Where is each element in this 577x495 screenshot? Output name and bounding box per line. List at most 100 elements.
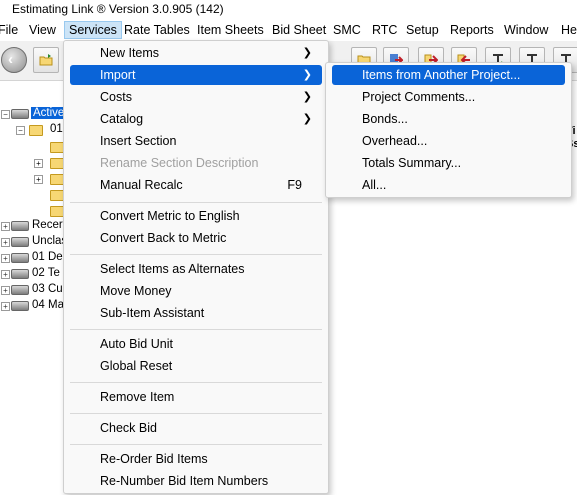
folder-icon xyxy=(50,174,64,185)
tree-row[interactable]: + Recer xyxy=(0,218,70,234)
menu-item-label: Overhead... xyxy=(362,134,428,148)
tree-row-label: Unclas xyxy=(32,235,68,247)
menu-item-label: Remove Item xyxy=(100,390,175,404)
estimate-icon xyxy=(11,253,29,263)
expand-icon[interactable]: + xyxy=(1,238,10,247)
menu-item-sheets[interactable]: Item Sheets xyxy=(197,22,264,40)
chevron-right-icon: ❯ xyxy=(302,69,312,81)
menu-item-reorder-bid-items[interactable]: Re-Order Bid Items xyxy=(70,449,322,469)
menu-item-move-money[interactable]: Move Money xyxy=(70,281,322,301)
tree-row-label: 01 xyxy=(50,123,63,135)
tree-row[interactable]: + 01 De xyxy=(0,250,70,266)
menu-help[interactable]: He xyxy=(561,22,577,40)
menu-file[interactable]: File xyxy=(0,22,18,40)
tree-row-label: Recer xyxy=(32,219,63,231)
tree-row-label: 01 De xyxy=(32,251,63,263)
tree-row-label: 02 Te xyxy=(32,267,60,279)
estimate-icon xyxy=(11,109,29,119)
menu-item-select-alternates[interactable]: Select Items as Alternates xyxy=(70,259,322,279)
folder-icon xyxy=(29,125,43,136)
menu-item-label: New Items xyxy=(100,46,160,60)
menu-item-label: Bonds... xyxy=(362,112,408,126)
submenu-item-project-comments[interactable]: Project Comments... xyxy=(332,87,565,107)
tree-row-label: 03 Cu xyxy=(32,283,63,295)
collapse-icon[interactable]: − xyxy=(1,110,10,119)
menu-item-global-reset[interactable]: Global Reset xyxy=(70,356,322,376)
expand-icon[interactable]: + xyxy=(34,159,43,168)
services-menu: New Items ❯ Import ❯ Costs ❯ Catalog ❯ I… xyxy=(63,40,329,494)
tree-row[interactable]: − 01 xyxy=(0,122,70,138)
tree-row[interactable]: + Unclas xyxy=(0,234,70,250)
menu-item-label: Re-Order Bid Items xyxy=(100,452,208,466)
estimate-icon xyxy=(11,301,29,311)
menu-view[interactable]: View xyxy=(29,22,56,40)
menu-item-new-items[interactable]: New Items ❯ xyxy=(70,43,322,63)
menu-separator xyxy=(70,413,322,414)
folder-icon xyxy=(50,158,64,169)
menu-item-label: Items from Another Project... xyxy=(362,68,521,82)
title-bar: Estimating Link ® Version 3.0.905 (142) xyxy=(0,0,577,19)
menu-bid-sheet[interactable]: Bid Sheet xyxy=(272,22,326,40)
open-folder-button[interactable] xyxy=(33,47,59,73)
menu-item-costs[interactable]: Costs ❯ xyxy=(70,87,322,107)
menu-item-convert-metric[interactable]: Convert Metric to English xyxy=(70,206,322,226)
submenu-item-bonds[interactable]: Bonds... xyxy=(332,109,565,129)
menu-separator xyxy=(70,202,322,203)
menu-item-label: Select Items as Alternates xyxy=(100,262,245,276)
menu-item-label: Costs xyxy=(100,90,132,104)
tree-row[interactable]: + 02 Te xyxy=(0,266,70,282)
menu-separator xyxy=(70,444,322,445)
expand-icon[interactable]: + xyxy=(1,270,10,279)
submenu-item-all[interactable]: All... xyxy=(332,175,565,195)
menu-separator xyxy=(70,329,322,330)
tree-row-label: Active xyxy=(31,107,67,119)
menu-item-label: Catalog xyxy=(100,112,144,126)
menu-rate-tables[interactable]: Rate Tables xyxy=(124,22,190,40)
menu-item-label: Sub-Item Assistant xyxy=(100,306,205,320)
menu-item-auto-bid-unit[interactable]: Auto Bid Unit xyxy=(70,334,322,354)
menu-reports[interactable]: Reports xyxy=(450,22,494,40)
estimate-icon xyxy=(11,221,29,231)
menu-item-label: All... xyxy=(362,178,387,192)
folder-icon xyxy=(50,142,64,153)
chevron-right-icon: ❯ xyxy=(302,91,312,103)
tree-row[interactable]: + 03 Cu xyxy=(0,282,70,298)
expand-icon[interactable]: + xyxy=(1,254,10,263)
expand-icon[interactable]: + xyxy=(1,302,10,311)
menu-item-remove-item[interactable]: Remove Item xyxy=(70,387,322,407)
submenu-item-totals-summary[interactable]: Totals Summary... xyxy=(332,153,565,173)
menu-item-catalog[interactable]: Catalog ❯ xyxy=(70,109,322,129)
menu-item-label: Rename Section Description xyxy=(100,156,259,170)
menu-item-manual-recalc[interactable]: Manual Recalc F9 xyxy=(70,175,322,195)
expand-icon[interactable]: + xyxy=(1,222,10,231)
back-button[interactable]: ‹ xyxy=(1,47,27,73)
menu-item-label: Auto Bid Unit xyxy=(100,337,173,351)
menu-separator xyxy=(70,382,322,383)
menu-item-label: Move Money xyxy=(100,284,172,298)
menu-item-sub-item-assistant[interactable]: Sub-Item Assistant xyxy=(70,303,322,323)
project-tree: − Active − 01 + + + Recer + Unclas + 01 … xyxy=(0,100,70,330)
chevron-right-icon: ❯ xyxy=(302,113,312,125)
menu-setup[interactable]: Setup xyxy=(406,22,439,40)
tree-row[interactable]: + 04 Ma xyxy=(0,298,70,314)
menu-item-label: Manual Recalc xyxy=(100,178,183,192)
collapse-icon[interactable]: − xyxy=(16,126,25,135)
menu-item-insert-section[interactable]: Insert Section xyxy=(70,131,322,151)
menu-smc[interactable]: SMC xyxy=(333,22,361,40)
menu-item-convert-back[interactable]: Convert Back to Metric xyxy=(70,228,322,248)
menu-window[interactable]: Window xyxy=(504,22,548,40)
tree-row[interactable]: − Active xyxy=(0,106,70,122)
expand-icon[interactable]: + xyxy=(1,286,10,295)
submenu-item-overhead[interactable]: Overhead... xyxy=(332,131,565,151)
shortcut-label: F9 xyxy=(287,178,302,192)
menu-item-import[interactable]: Import ❯ xyxy=(70,65,322,85)
submenu-item-items-from-project[interactable]: Items from Another Project... xyxy=(332,65,565,85)
menu-rtc[interactable]: RTC xyxy=(372,22,397,40)
menu-services[interactable]: Services xyxy=(64,21,122,39)
expand-icon[interactable]: + xyxy=(34,175,43,184)
menu-item-check-bid[interactable]: Check Bid xyxy=(70,418,322,438)
menu-item-renumber-bid-items[interactable]: Re-Number Bid Item Numbers xyxy=(70,471,322,491)
back-arrow-icon: ‹ xyxy=(8,51,13,68)
menu-item-label: Convert Metric to English xyxy=(100,209,240,223)
menu-item-label: Re-Number Bid Item Numbers xyxy=(100,474,269,488)
